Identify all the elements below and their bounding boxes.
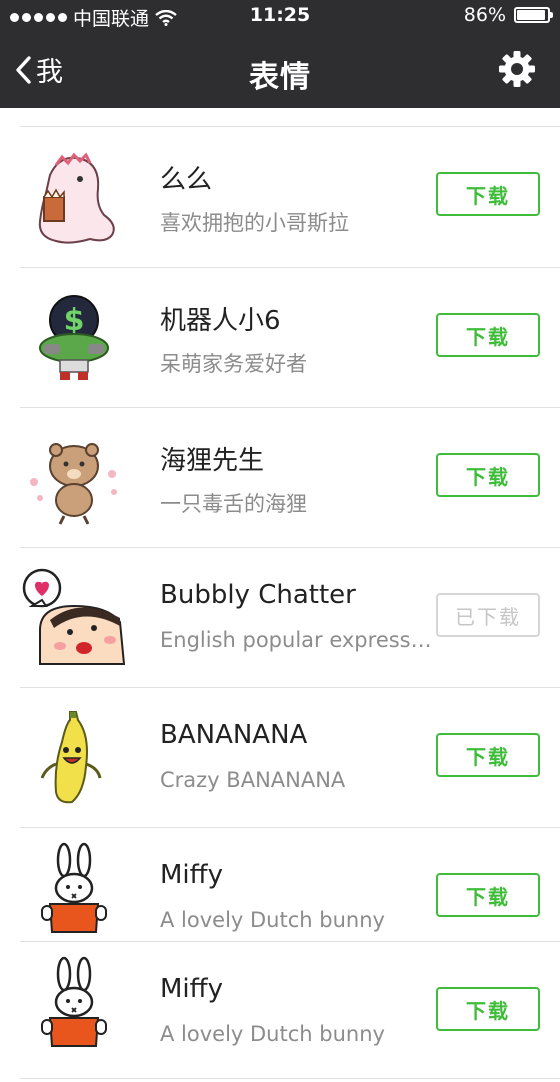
banana-icon (40, 711, 102, 804)
downloaded-button[interactable]: 已下载 (436, 593, 540, 637)
miffy-bunny-icon (41, 956, 107, 1047)
sticker-description: A lovely Dutch bunny (160, 1022, 385, 1046)
divider (20, 1078, 560, 1079)
sticker-name: 海狸先生 (160, 446, 265, 476)
sticker-name: 么么 (160, 165, 213, 195)
money-robot-icon: $ (39, 295, 109, 380)
nav-bar: 我 表情 (0, 36, 560, 108)
battery-icon (514, 7, 553, 23)
list-item[interactable]: Miffy A lovely Dutch bunny 下载 (0, 828, 560, 940)
sticker-description: 喜欢拥抱的小哥斯拉 (160, 211, 349, 235)
beaver-icon (30, 443, 117, 525)
pink-dinosaur-icon (38, 152, 115, 244)
sticker-description: 呆萌家务爱好者 (160, 352, 307, 376)
list-item[interactable]: $ 机器人小6 呆萌家务爱好者 下载 (0, 268, 560, 408)
list-item[interactable]: Miffy A lovely Dutch bunny 下载 (0, 942, 560, 1082)
sticker-name: Miffy (160, 860, 223, 890)
sticker-name: 机器人小6 (160, 306, 281, 336)
download-button[interactable]: 下载 (436, 453, 540, 497)
page-title: 表情 (249, 60, 311, 95)
sticker-name: Bubbly Chatter (160, 580, 356, 610)
battery-percent: 86% (463, 4, 506, 26)
download-button[interactable]: 下载 (436, 172, 540, 216)
sticker-description: A lovely Dutch bunny (160, 908, 385, 932)
status-bar: 中国联通 11:25 86% (0, 0, 560, 32)
download-button[interactable]: 下载 (436, 873, 540, 917)
download-button[interactable]: 下载 (436, 987, 540, 1031)
sticker-description: English popular expressions (160, 628, 436, 652)
top-bar: 中国联通 11:25 86% 我 表情 (0, 0, 560, 108)
bubbly-chatter-icon (22, 568, 126, 665)
sticker-name: BANANANA (160, 720, 308, 750)
sticker-description: Crazy BANANANA (160, 768, 346, 792)
sticker-name: Miffy (160, 974, 223, 1004)
download-button[interactable]: 下载 (436, 313, 540, 357)
gear-icon[interactable] (498, 50, 536, 88)
svg-text:$: $ (64, 303, 85, 338)
list-item[interactable]: 么么 喜欢拥抱的小哥斯拉 下载 (0, 127, 560, 267)
list-item[interactable]: Bubbly Chatter English popular expressio… (0, 548, 560, 688)
list-item[interactable]: 海狸先生 一只毒舌的海狸 下载 (0, 408, 560, 548)
miffy-bunny-icon (41, 842, 107, 933)
list-item[interactable]: BANANANA Crazy BANANANA 下载 (0, 688, 560, 828)
sticker-description: 一只毒舌的海狸 (160, 492, 307, 516)
download-button[interactable]: 下载 (436, 733, 540, 777)
